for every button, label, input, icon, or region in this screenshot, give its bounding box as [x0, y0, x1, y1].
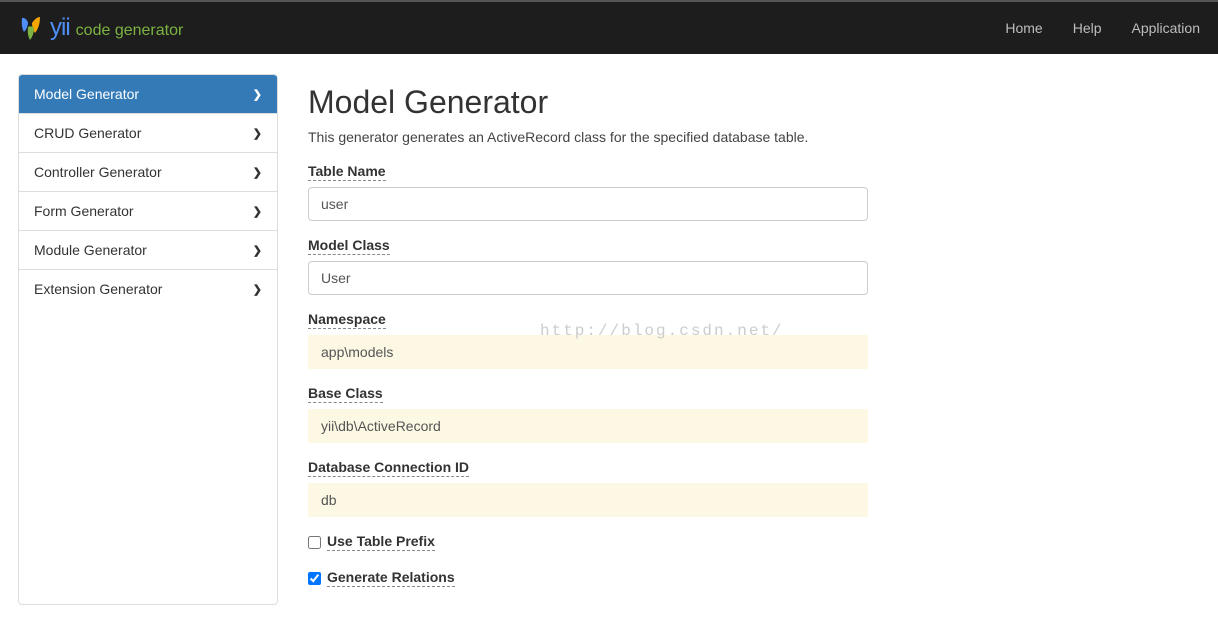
sidebar-item-label: Controller Generator — [34, 164, 162, 180]
sidebar-item-label: CRUD Generator — [34, 125, 141, 141]
use-table-prefix-label: Use Table Prefix — [327, 533, 435, 551]
generate-relations-label: Generate Relations — [327, 569, 455, 587]
chevron-right-icon: ❯ — [253, 88, 262, 101]
main-content: Model Generator This generator generates… — [308, 74, 868, 605]
sidebar-item-label: Form Generator — [34, 203, 134, 219]
brand-name: yii — [50, 14, 70, 42]
chevron-right-icon: ❯ — [253, 283, 262, 296]
sidebar-item-module-generator[interactable]: Module Generator ❯ — [19, 231, 277, 270]
nav-home[interactable]: Home — [1005, 20, 1042, 36]
sidebar-item-label: Module Generator — [34, 242, 147, 258]
sidebar-item-crud-generator[interactable]: CRUD Generator ❯ — [19, 114, 277, 153]
page-description: This generator generates an ActiveRecord… — [308, 129, 868, 145]
brand-subtitle: code generator — [76, 22, 184, 40]
generate-relations-checkbox[interactable] — [308, 572, 321, 585]
db-connection-input[interactable] — [308, 483, 868, 517]
chevron-right-icon: ❯ — [253, 244, 262, 257]
base-class-input[interactable] — [308, 409, 868, 443]
sidebar: Model Generator ❯ CRUD Generator ❯ Contr… — [18, 74, 278, 605]
nav-application[interactable]: Application — [1132, 20, 1201, 36]
navbar: yii code generator Home Help Application — [0, 2, 1218, 54]
model-class-label: Model Class — [308, 237, 390, 255]
nav-links: Home Help Application — [1005, 20, 1200, 36]
base-class-label: Base Class — [308, 385, 383, 403]
table-name-input[interactable] — [308, 187, 868, 221]
sidebar-item-form-generator[interactable]: Form Generator ❯ — [19, 192, 277, 231]
namespace-input[interactable] — [308, 335, 868, 369]
yii-logo-icon — [18, 15, 44, 41]
sidebar-item-label: Extension Generator — [34, 281, 162, 297]
chevron-right-icon: ❯ — [253, 127, 262, 140]
table-name-label: Table Name — [308, 163, 386, 181]
sidebar-item-model-generator[interactable]: Model Generator ❯ — [19, 75, 277, 114]
nav-help[interactable]: Help — [1073, 20, 1102, 36]
use-table-prefix-checkbox[interactable] — [308, 536, 321, 549]
chevron-right-icon: ❯ — [253, 205, 262, 218]
sidebar-item-extension-generator[interactable]: Extension Generator ❯ — [19, 270, 277, 308]
namespace-label: Namespace — [308, 311, 386, 329]
brand-logo[interactable]: yii code generator — [18, 14, 183, 42]
db-connection-label: Database Connection ID — [308, 459, 469, 477]
sidebar-item-label: Model Generator — [34, 86, 139, 102]
page-title: Model Generator — [308, 84, 868, 121]
sidebar-item-controller-generator[interactable]: Controller Generator ❯ — [19, 153, 277, 192]
model-class-input[interactable] — [308, 261, 868, 295]
chevron-right-icon: ❯ — [253, 166, 262, 179]
